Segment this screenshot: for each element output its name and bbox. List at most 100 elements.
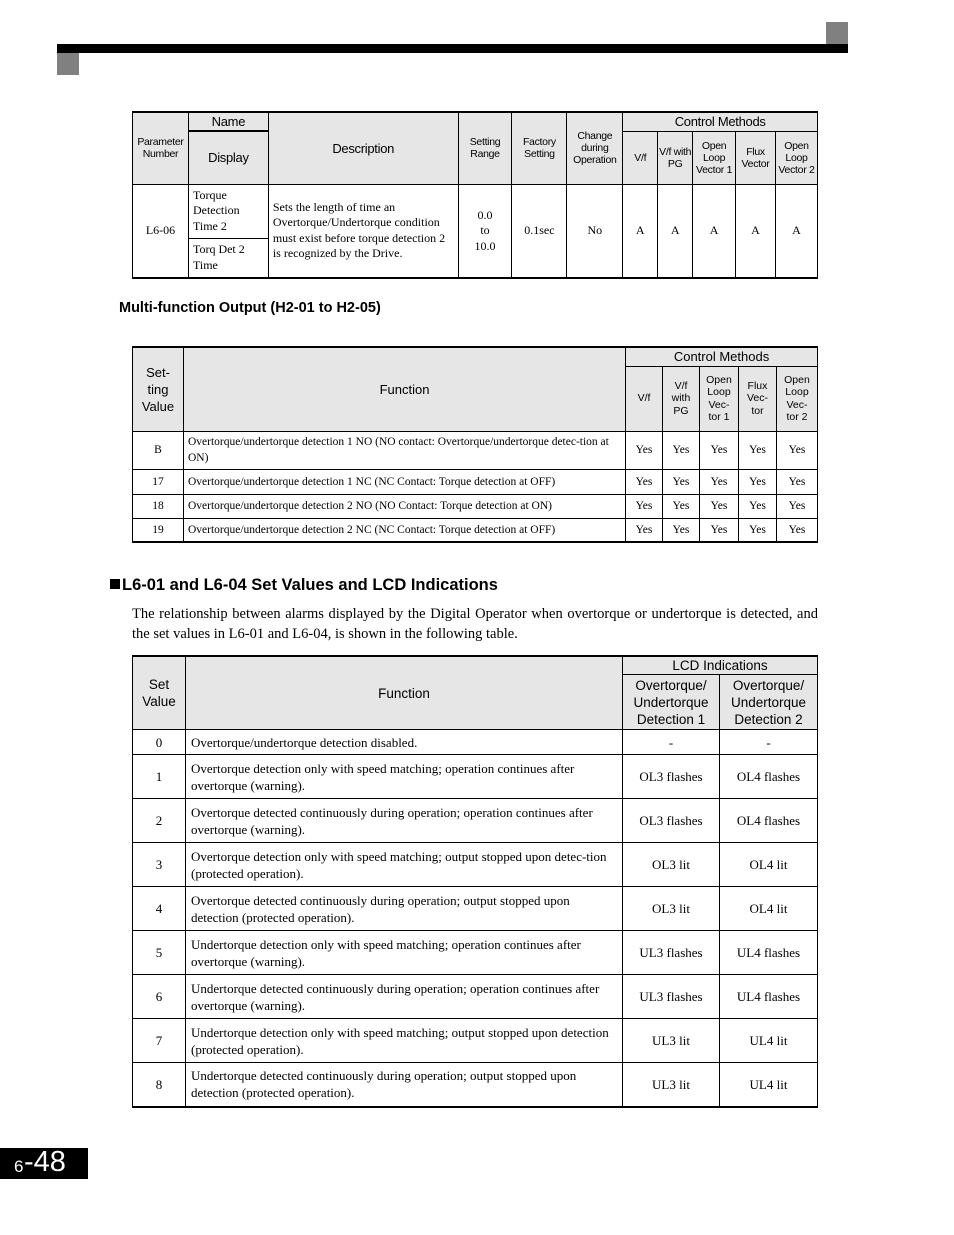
setting-value: 18 (132, 493, 184, 519)
detection-1-indication: UL3 flashes (622, 930, 720, 975)
function-text: Overtorque detection only with speed mat… (184, 754, 624, 799)
setting-value: 17 (132, 468, 184, 495)
detection-1-indication: OL3 flashes (622, 754, 720, 799)
method-olv2: Yes (775, 517, 819, 543)
header-setting-value: Set-ting Value (132, 346, 184, 432)
detection-2-indication: OL4 lit (718, 886, 819, 931)
table-row: 19 Overtorque/undertorque detection 2 NC… (132, 517, 819, 543)
set-value: 5 (132, 930, 186, 975)
header-method-vf-pg: V/f with PG (657, 130, 694, 185)
detection-1-indication: UL3 flashes (622, 974, 720, 1019)
chapter-number: 6 (14, 1157, 24, 1176)
method-vf: Yes (625, 493, 663, 519)
table-row: B Overtorque/undertorque detection 1 NO … (132, 430, 819, 470)
table-row: 6 Undertorque detected continuously duri… (132, 974, 819, 1019)
header-method-olv1: Open Loop Vector 1 (692, 130, 737, 185)
param-method-olv2: A (774, 183, 819, 279)
multi-function-table: Set-ting Value Function Control Methods … (132, 346, 819, 543)
detection-1-indication: OL3 lit (622, 842, 720, 887)
param-display: Torq Det 2 Time (187, 237, 269, 279)
detection-2-indication: UL4 lit (718, 1062, 819, 1107)
detection-1-indication: - (622, 729, 720, 755)
function-text: Undertorque detected continuously during… (184, 974, 624, 1019)
multi-function-heading: Multi-function Output (H2-01 to H2-05) (119, 300, 381, 316)
method-flux-vector: Yes (737, 430, 777, 470)
param-factory-setting: 0.1sec (511, 183, 568, 279)
lcd-section-heading: L6-01 and L6-04 Set Values and LCD Indic… (110, 576, 498, 595)
function-text: Undertorque detection only with speed ma… (184, 930, 624, 975)
header-setting-range: Setting Range (457, 111, 513, 185)
range-min: 0.0 (477, 207, 493, 222)
header-method-vf: V/f (622, 130, 659, 185)
square-bullet-icon (110, 579, 120, 589)
header-control-methods: Control Methods (622, 111, 818, 132)
header-change-during-operation: Change during Operation (566, 111, 624, 185)
function-text: Overtorque/undertorque detection disable… (184, 729, 624, 755)
header-corner-square-right (826, 22, 848, 44)
header-lcd-indications: LCD Indications (622, 655, 818, 675)
header-detection-2: Overtorque/ Undertorque Detection 2 (718, 674, 819, 730)
set-value: 1 (132, 754, 186, 799)
set-value: 4 (132, 886, 186, 931)
param-number: L6-06 (132, 183, 189, 279)
function-text: Overtorque/undertorque detection 1 NO (N… (182, 430, 627, 470)
table-row: 3 Overtorque detection only with speed m… (132, 842, 819, 887)
function-text: Overtorque detection only with speed mat… (184, 842, 624, 887)
method-flux-vector: Yes (737, 468, 777, 495)
param-method-flux-vector: A (735, 183, 776, 279)
method-vf-pg: Yes (662, 430, 700, 470)
range-to: to (480, 223, 490, 237)
table-row: 17 Overtorque/undertorque detection 1 NC… (132, 468, 819, 495)
header-method-flux-vector: Flux Vector (735, 130, 776, 185)
table-row: 7 Undertorque detection only with speed … (132, 1018, 819, 1063)
param-method-vf: A (622, 183, 659, 279)
header-method-flux-vector: Flux Vec-tor (737, 365, 777, 432)
function-text: Overtorque/undertorque detection 1 NC (N… (182, 468, 627, 495)
param-method-olv1: A (692, 183, 737, 279)
detection-1-indication: UL3 lit (622, 1062, 720, 1107)
header-function: Function (184, 655, 624, 730)
param-description: Sets the length of time an Overtorque/Un… (267, 183, 459, 279)
header-set-value: Set Value (132, 655, 186, 730)
table-row: 8 Undertorque detected continuously duri… (132, 1062, 819, 1107)
detection-2-indication: UL4 flashes (718, 930, 819, 975)
method-vf: Yes (625, 468, 663, 495)
detection-1-indication: UL3 lit (622, 1018, 720, 1063)
header-method-olv2: Open Loop Vec-tor 2 (775, 365, 819, 432)
method-olv1: Yes (698, 493, 739, 519)
setting-value: 19 (132, 517, 184, 543)
header-control-methods: Control Methods (625, 346, 818, 367)
function-text: Overtorque/undertorque detection 2 NC (N… (182, 517, 627, 543)
detection-2-indication: - (718, 729, 819, 755)
detection-2-indication: OL4 flashes (718, 798, 819, 843)
method-olv2: Yes (775, 493, 819, 519)
function-text: Undertorque detected continuously during… (184, 1062, 624, 1107)
parameter-table: Parameter Number Name Description Settin… (132, 111, 819, 279)
page-number-badge: 6 -48 (0, 1146, 88, 1179)
lcd-section-paragraph: The relationship between alarms displaye… (132, 606, 818, 642)
setting-value: B (132, 430, 184, 470)
method-vf-pg: Yes (662, 517, 700, 543)
lcd-section-heading-text: L6-01 and L6-04 Set Values and LCD Indic… (122, 576, 498, 594)
method-vf-pg: Yes (662, 468, 700, 495)
header-method-vf-pg: V/f with PG (662, 365, 700, 432)
method-olv2: Yes (775, 468, 819, 495)
header-display: Display (187, 130, 269, 185)
header-detection-1: Overtorque/ Undertorque Detection 1 (622, 674, 720, 730)
method-flux-vector: Yes (737, 493, 777, 519)
method-vf-pg: Yes (662, 493, 700, 519)
header-corner-square-left (57, 53, 79, 75)
param-method-vf-pg: A (657, 183, 694, 279)
function-text: Overtorque detected continuously during … (184, 886, 624, 931)
detection-1-indication: OL3 flashes (622, 798, 720, 843)
method-olv1: Yes (698, 517, 739, 543)
table-row: 4 Overtorque detected continuously durin… (132, 886, 819, 931)
header-description: Description (267, 111, 459, 185)
param-name: Torque Detection Time 2 (187, 183, 269, 239)
detection-2-indication: OL4 lit (718, 842, 819, 887)
header-rule (57, 44, 848, 53)
method-vf: Yes (625, 517, 663, 543)
method-olv1: Yes (698, 430, 739, 470)
range-max: 10.0 (474, 238, 496, 253)
table-row: 1 Overtorque detection only with speed m… (132, 754, 819, 799)
